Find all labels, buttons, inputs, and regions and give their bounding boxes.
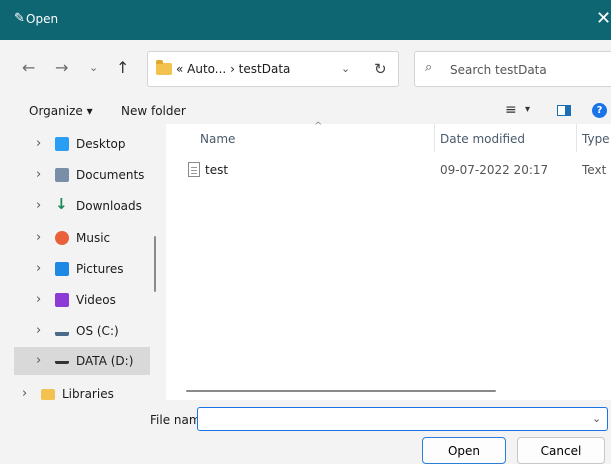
command-bar: Organize ▾ New folder ≡ ▾ ? [0, 98, 611, 124]
chevron-right-icon[interactable]: › [36, 198, 41, 213]
chevron-down-icon[interactable]: ⌄ [592, 412, 601, 425]
view-options-icon[interactable]: ≡ [505, 102, 517, 118]
close-icon[interactable]: ✕ [596, 8, 611, 29]
sidebar-item-downloads[interactable]: › ↓ Downloads [0, 192, 160, 220]
chevron-right-icon[interactable]: › [36, 353, 41, 368]
search-placeholder[interactable]: Search testData [450, 63, 547, 77]
sidebar-item-videos[interactable]: › Videos [0, 286, 160, 314]
breadcrumb[interactable]: « Auto... › testData [176, 62, 290, 76]
cancel-button[interactable]: Cancel [517, 437, 605, 464]
recent-locations-chevron-icon[interactable]: ⌄ [89, 61, 98, 74]
window-title: Open [26, 12, 59, 26]
downloads-icon: ↓ [55, 195, 68, 213]
file-list: ^ Name Date modified Type test 09-07-202… [166, 121, 611, 400]
column-header-name[interactable]: Name [200, 132, 235, 146]
text-file-icon [188, 162, 200, 177]
folder-icon [156, 60, 172, 75]
videos-icon [55, 293, 69, 307]
sidebar-item-documents[interactable]: › Documents [0, 161, 160, 189]
documents-icon [55, 168, 69, 182]
column-header-type[interactable]: Type [582, 132, 610, 146]
desktop-icon [55, 137, 69, 151]
back-arrow-icon[interactable]: ← [22, 58, 35, 77]
help-icon[interactable]: ? [592, 103, 607, 118]
sort-ascending-icon: ^ [314, 121, 323, 132]
drive-icon [55, 324, 69, 336]
navigation-bar: ← → ⌄ ↑ « Auto... › testData ⌄ ↻ ⌕ Searc… [0, 40, 611, 98]
new-folder-button[interactable]: New folder [121, 104, 186, 118]
sidebar-item-label: DATA (D:) [76, 354, 134, 368]
music-icon [55, 231, 69, 245]
title-bar: ✎ Open ✕ [0, 0, 611, 40]
chevron-right-icon[interactable]: › [36, 136, 41, 151]
file-date-modified: 09-07-2022 20:17 [440, 163, 549, 177]
horizontal-scrollbar[interactable] [186, 390, 496, 392]
chevron-right-icon[interactable]: › [36, 292, 41, 307]
sidebar-scrollbar[interactable] [154, 236, 156, 292]
search-box[interactable]: ⌕ Search testData [414, 51, 611, 87]
organize-button[interactable]: Organize ▾ [29, 104, 93, 118]
address-bar[interactable]: « Auto... › testData ⌄ ↻ [147, 51, 399, 87]
file-type: Text D [582, 163, 611, 177]
preview-pane-icon[interactable] [557, 105, 571, 116]
pen-icon: ✎ [14, 11, 25, 26]
file-name-input[interactable] [197, 407, 608, 431]
sidebar-item-desktop[interactable]: › Desktop [0, 130, 160, 158]
dialog-footer: File name: ⌄ Open Cancel [0, 400, 611, 464]
chevron-right-icon[interactable]: › [36, 167, 41, 182]
file-name: test [205, 163, 229, 177]
column-header-date-modified[interactable]: Date modified [440, 132, 525, 146]
search-icon: ⌕ [425, 60, 433, 75]
drive-icon [55, 354, 69, 364]
column-divider[interactable] [576, 124, 577, 152]
file-row[interactable]: test 09-07-2022 20:17 Text D [166, 160, 611, 182]
chevron-right-icon[interactable]: › [36, 323, 41, 338]
chevron-right-icon[interactable]: › [36, 261, 41, 276]
sidebar-item-label: Music [76, 231, 111, 245]
forward-arrow-icon[interactable]: → [55, 58, 68, 77]
navigation-pane: › Desktop › Documents › ↓ Downloads › Mu… [0, 124, 160, 401]
column-divider[interactable] [434, 124, 435, 152]
chevron-down-icon[interactable]: ⌄ [341, 62, 350, 75]
sidebar-item-pictures[interactable]: › Pictures [0, 255, 160, 283]
sidebar-item-label: Libraries [62, 387, 114, 401]
refresh-icon[interactable]: ↻ [374, 60, 387, 78]
sidebar-item-label: Downloads [76, 199, 142, 213]
sidebar-item-label: Videos [76, 293, 116, 307]
sidebar-item-label: Documents [76, 168, 145, 182]
open-button[interactable]: Open [422, 437, 506, 464]
sidebar-item-music[interactable]: › Music [0, 224, 160, 252]
up-arrow-icon[interactable]: ↑ [116, 58, 129, 77]
chevron-right-icon[interactable]: › [36, 230, 41, 245]
sidebar-item-data-d[interactable]: › DATA (D:) [14, 347, 150, 375]
sidebar-item-label: Desktop [76, 137, 126, 151]
pictures-icon [55, 262, 69, 276]
view-dropdown-icon[interactable]: ▾ [525, 104, 530, 115]
folder-icon [41, 389, 55, 400]
sidebar-item-os-c[interactable]: › OS (C:) [0, 317, 160, 345]
sidebar-item-label: Pictures [76, 262, 124, 276]
chevron-right-icon[interactable]: › [22, 386, 27, 401]
sidebar-item-label: OS (C:) [76, 324, 119, 338]
